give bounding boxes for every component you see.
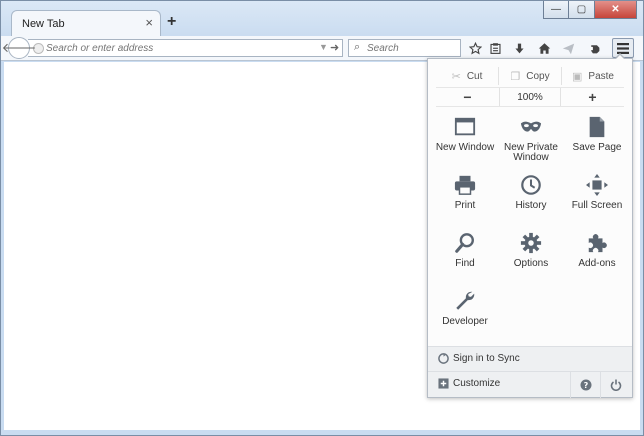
bookmark-star-button[interactable] (465, 39, 485, 57)
new-window-button[interactable]: New Window (434, 113, 496, 169)
options-button[interactable]: Options (500, 229, 562, 285)
downloads-button[interactable] (509, 39, 529, 57)
search-input[interactable] (367, 41, 457, 55)
customize-label: Customize (453, 378, 501, 389)
window-controls: — ▢ ✕ (543, 1, 637, 19)
svg-text:?: ? (583, 381, 588, 390)
sync-icon (438, 353, 449, 364)
search-icon: ⌕ (354, 41, 361, 53)
social-button[interactable] (584, 39, 604, 57)
menu-arrow-inner (615, 55, 625, 60)
close-window-button[interactable]: ✕ (595, 1, 637, 19)
zoom-reset-button[interactable]: 100% (499, 88, 561, 106)
history-dropdown-icon[interactable]: ▼ (319, 42, 328, 52)
find-button[interactable]: Find (434, 229, 496, 285)
save-page-button[interactable]: Save Page (566, 113, 628, 169)
power-icon (610, 379, 621, 391)
tab-title: New Tab (22, 18, 65, 30)
puzzle-icon (588, 234, 607, 253)
edit-controls: ✂ Cut ❐ Copy ▣ Paste (436, 67, 624, 85)
developer-button[interactable]: Developer (434, 287, 496, 343)
star-icon (468, 41, 482, 55)
menu-item-label: New Window (435, 142, 495, 153)
customize-button[interactable]: Customize (428, 372, 572, 398)
tab-close-icon[interactable]: × (145, 15, 153, 30)
url-input[interactable] (46, 41, 316, 55)
mask-icon (520, 121, 542, 132)
fullscreen-icon (586, 174, 608, 196)
new-window-icon (454, 117, 476, 136)
help-button[interactable]: ? (570, 372, 600, 398)
minimize-button[interactable]: — (543, 1, 569, 19)
menu-item-label: Add-ons (578, 258, 616, 269)
printer-icon (454, 175, 476, 195)
menu-item-label: Save Page (572, 142, 622, 153)
menu-item-label: Full Screen (571, 200, 623, 211)
print-button[interactable]: Print (434, 171, 496, 227)
magnifier-icon (455, 233, 474, 253)
back-arrow-icon: 🡐 (1, 40, 37, 55)
clipboard-icon (489, 42, 501, 54)
menu-item-label: Developer (442, 316, 488, 327)
main-menu-panel: ✂ Cut ❐ Copy ▣ Paste − 100% + New Window… (427, 58, 633, 398)
customize-footer: Customize ? (428, 371, 632, 398)
new-tab-button[interactable]: + (167, 14, 176, 30)
home-button[interactable] (534, 39, 554, 57)
menu-item-label: New Private Window (504, 142, 558, 163)
paste-icon: ▣ (572, 70, 583, 83)
menu-item-label: Find (455, 258, 475, 269)
gear-icon (520, 232, 542, 254)
zoom-out-button[interactable]: − (436, 88, 499, 106)
full-screen-button[interactable]: Full Screen (566, 171, 628, 227)
zoom-controls: − 100% + (436, 87, 624, 107)
wrench-icon (456, 291, 475, 310)
bookmarks-menu-button[interactable] (485, 39, 505, 57)
maximize-button[interactable]: ▢ (569, 1, 595, 19)
clock-icon (521, 175, 541, 195)
plus-square-icon (438, 378, 449, 389)
menu-item-label: History (515, 200, 547, 211)
download-arrow-icon (514, 43, 524, 53)
share-button[interactable] (558, 39, 578, 57)
tab-new-tab[interactable]: New Tab × (11, 10, 161, 37)
menu-item-label: Options (513, 258, 549, 269)
sign-in-to-sync-button[interactable]: Sign in to Sync (428, 346, 632, 371)
paper-plane-icon (562, 43, 574, 54)
search-bar[interactable]: ⌕ (348, 39, 461, 57)
title-bar: New Tab × + — ▢ ✕ (1, 1, 643, 37)
go-arrow-icon[interactable]: ➜ (330, 41, 339, 54)
scissors-icon: ✂ (451, 70, 461, 83)
home-icon (538, 42, 550, 54)
quit-button[interactable] (600, 372, 630, 398)
history-button[interactable]: History (500, 171, 562, 227)
paste-button[interactable]: ▣ Paste (561, 67, 624, 85)
url-bar[interactable]: ▼ ➜ (28, 39, 343, 57)
paste-label: Paste (588, 70, 614, 82)
copy-button[interactable]: ❐ Copy (498, 67, 561, 85)
back-button[interactable]: 🡐 (2, 37, 36, 59)
cut-button[interactable]: ✂ Cut (436, 67, 498, 85)
new-private-window-button[interactable]: New Private Window (500, 113, 562, 169)
help-icon: ? (580, 379, 591, 391)
document-icon (589, 116, 605, 138)
cut-label: Cut (466, 70, 483, 82)
hand-icon (589, 44, 599, 53)
add-ons-button[interactable]: Add-ons (566, 229, 628, 285)
copy-label: Copy (526, 70, 550, 82)
menu-item-label: Print (454, 200, 476, 211)
sync-label: Sign in to Sync (453, 353, 520, 364)
hamburger-menu-icon (617, 42, 629, 54)
copy-icon: ❐ (510, 70, 521, 83)
window-bottom-border (1, 430, 643, 435)
zoom-in-button[interactable]: + (561, 88, 624, 106)
